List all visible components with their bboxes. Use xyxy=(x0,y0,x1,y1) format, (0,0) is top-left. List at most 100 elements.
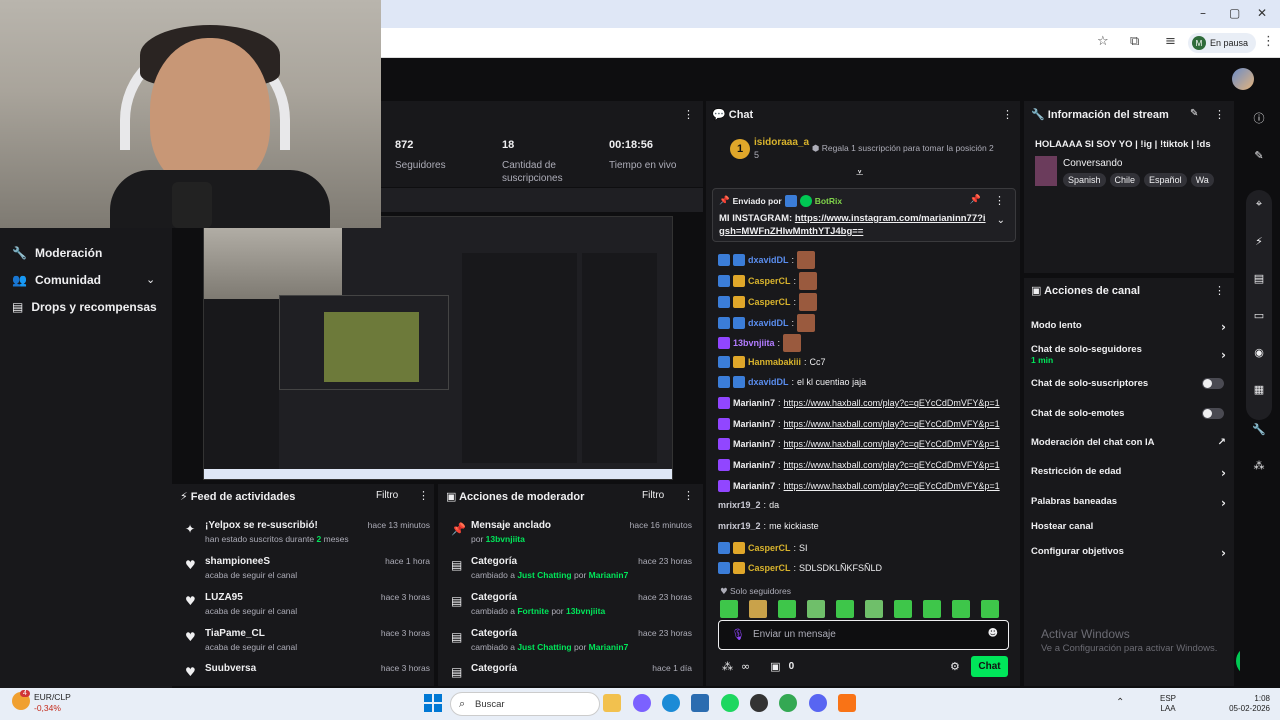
chat-username[interactable]: Marianin7 xyxy=(733,481,775,491)
chat-link[interactable]: https://www.haxball.com/play?c=qEYcCdDmV… xyxy=(784,398,1000,408)
chat-message[interactable]: CasperCL: xyxy=(718,293,1008,311)
chat-message[interactable]: CasperCL: SDLSDKLÑKFSÑLD xyxy=(718,562,1008,574)
chat-username[interactable]: Marianin7 xyxy=(733,398,775,408)
chat-username[interactable]: Marianin7 xyxy=(733,439,775,449)
stock-ticker[interactable]: EUR/CLP -0,34% xyxy=(34,692,71,714)
chat-menu-icon[interactable]: ⋮ xyxy=(1002,108,1013,121)
feed-filter-button[interactable]: Filtro xyxy=(376,490,398,501)
chrome-icon[interactable] xyxy=(779,694,797,712)
chat-message[interactable]: dxavidDL: el kl cuentiao jaja xyxy=(718,376,1008,388)
copilot-icon[interactable] xyxy=(633,694,651,712)
points-icon[interactable]: ⁂ xyxy=(722,660,733,673)
broadcast-icon[interactable]: ◉ xyxy=(1250,343,1268,361)
action-slow-mode[interactable]: Modo lento › xyxy=(1031,320,1226,334)
chat-username[interactable]: Marianin7 xyxy=(733,419,775,429)
emote-picker-icon[interactable]: ☻ xyxy=(988,628,998,639)
sidebar-item-comunidad[interactable]: 👥 Comunidad xyxy=(12,273,101,287)
chat-link[interactable]: https://www.haxball.com/play?c=qEYcCdDmV… xyxy=(784,419,1000,429)
chat-username[interactable]: mrixr19_2 xyxy=(718,521,761,531)
action-followers-only[interactable]: Chat de solo-seguidores 1 min › xyxy=(1031,344,1226,365)
mod-filter-button[interactable]: Filtro xyxy=(642,490,664,501)
minimize-icon[interactable]: – xyxy=(1200,6,1206,20)
taskbar-search[interactable]: ⌕ Buscar xyxy=(450,692,600,716)
chat-message[interactable]: mrixr19_2: da xyxy=(718,500,1008,510)
chat-username[interactable]: CasperCL xyxy=(748,543,791,553)
chat-message[interactable]: CasperCL: SI xyxy=(718,542,1008,554)
action-ai-moderation[interactable]: Moderación del chat con IA ↗ xyxy=(1031,437,1226,448)
close-icon[interactable]: ✕ xyxy=(1257,6,1267,20)
chat-message[interactable]: Marianin7: https://www.haxball.com/play?c… xyxy=(718,438,1008,450)
sidebar-item-moderacion[interactable]: 🔧 Moderación xyxy=(12,246,102,260)
action-emotes-only[interactable]: Chat de solo-emotes xyxy=(1031,408,1226,419)
feed-menu-icon[interactable]: ⋮ xyxy=(418,489,429,502)
chat-message[interactable]: Marianin7: https://www.haxball.com/play?c… xyxy=(718,480,1008,492)
action-host-channel[interactable]: Hostear canal xyxy=(1031,521,1226,532)
chat-input[interactable]: 🎙 Enviar un mensaje ☻ xyxy=(718,620,1009,650)
send-chat-button[interactable]: Chat xyxy=(971,656,1008,677)
layout-icon[interactable]: ▦ xyxy=(1250,380,1268,398)
info-icon[interactable]: ⓘ xyxy=(1250,109,1268,127)
gift-icon[interactable]: ▣ xyxy=(770,660,780,673)
action-banned-words[interactable]: Palabras baneadas › xyxy=(1031,496,1226,510)
chat-bubble-icon[interactable]: ▭ xyxy=(1250,306,1268,324)
discord-icon[interactable] xyxy=(809,694,827,712)
user-avatar[interactable] xyxy=(1232,68,1254,90)
sidebar-item-drops[interactable]: ▤ Drops y recompensas xyxy=(12,300,157,314)
maximize-icon[interactable]: ▢ xyxy=(1229,6,1240,20)
chevron-down-icon[interactable]: ⌄ xyxy=(146,273,155,286)
emotes-only-toggle[interactable] xyxy=(1202,408,1224,419)
settings-gear-icon[interactable]: ⚙ xyxy=(950,660,960,673)
edit-pencil-icon[interactable]: ✎ xyxy=(1190,108,1198,119)
chat-message[interactable]: mrixr19_2: me kickiaste xyxy=(718,521,1008,531)
chat-username[interactable]: mrixr19_2 xyxy=(718,500,761,510)
media-queue-icon[interactable]: ≡ xyxy=(1165,34,1176,49)
chat-message[interactable]: dxavidDL: xyxy=(718,251,1008,269)
expand-pinned-icon[interactable]: ⌄ xyxy=(997,215,1005,226)
chat-message[interactable]: Marianin7: https://www.haxball.com/play?c… xyxy=(718,459,1008,471)
app-icon[interactable] xyxy=(750,694,768,712)
profile-paused-chip[interactable]: M En pausa xyxy=(1188,33,1257,53)
subs-only-toggle[interactable] xyxy=(1202,378,1224,389)
gift-promo[interactable]: ⬢ Regala 1 suscripción para tomar la pos… xyxy=(812,143,994,154)
chat-link[interactable]: https://www.haxball.com/play?c=qEYcCdDmV… xyxy=(784,481,1000,491)
chat-link[interactable]: https://www.haxball.com/play?c=qEYcCdDmV… xyxy=(784,460,1000,470)
windows-start-icon[interactable] xyxy=(424,694,442,712)
clock[interactable]: 1:08 05-02-2026 xyxy=(1220,694,1270,714)
action-subs-only[interactable]: Chat de solo-suscriptores xyxy=(1031,378,1226,389)
edge-icon[interactable] xyxy=(662,694,680,712)
store-icon[interactable] xyxy=(691,694,709,712)
language-indicator[interactable]: ESP LAA xyxy=(1160,694,1176,714)
chat-message[interactable]: Hanmabakiii: Cc7 xyxy=(718,356,1008,368)
action-age-restriction[interactable]: Restricción de edad › xyxy=(1031,466,1226,480)
action-configure-goals[interactable]: Configurar objetivos › xyxy=(1031,546,1226,560)
chat-message[interactable]: Marianin7: https://www.haxball.com/play?c… xyxy=(718,397,1008,409)
wrench-icon[interactable]: 🔧 xyxy=(1250,420,1268,438)
chat-username[interactable]: Hanmabakiii xyxy=(748,357,801,367)
bolt-icon[interactable]: ⚡ xyxy=(1250,232,1268,250)
clip-icon[interactable]: ⌖ xyxy=(1250,195,1268,213)
browser-menu-icon[interactable]: ⋮ xyxy=(1262,34,1275,49)
extensions-icon[interactable]: ⧉ xyxy=(1130,34,1139,49)
unpin-icon[interactable]: 📌 xyxy=(970,195,981,205)
address-bar[interactable] xyxy=(390,31,1090,53)
chat-link[interactable]: https://www.haxball.com/play?c=qEYcCdDmV… xyxy=(784,439,1000,449)
app-icon[interactable] xyxy=(838,694,856,712)
chat-message[interactable]: CasperCL: xyxy=(718,272,1008,290)
pencil-icon[interactable]: ✎ xyxy=(1250,146,1268,164)
extensions-icon[interactable]: ⁂ xyxy=(1250,456,1268,474)
notes-icon[interactable]: ▤ xyxy=(1250,269,1268,287)
chat-username[interactable]: CasperCL xyxy=(748,276,791,286)
chat-username[interactable]: Marianin7 xyxy=(733,460,775,470)
chat-username[interactable]: CasperCL xyxy=(748,563,791,573)
info-menu-icon[interactable]: ⋮ xyxy=(1214,108,1225,121)
tray-chevron-icon[interactable]: ⌃ xyxy=(1116,697,1124,708)
chat-username[interactable]: dxavidDL xyxy=(748,377,789,387)
chat-message[interactable]: 13bvnjiita: xyxy=(718,334,1008,352)
chat-username[interactable]: dxavidDL xyxy=(748,255,789,265)
mod-menu-icon[interactable]: ⋮ xyxy=(683,489,694,502)
chat-message[interactable]: Marianin7: https://www.haxball.com/play?c… xyxy=(718,418,1008,430)
collapse-leaderboard-icon[interactable]: ⩡ xyxy=(856,166,863,181)
stats-menu-icon[interactable]: ⋮ xyxy=(683,108,694,121)
actions-menu-icon[interactable]: ⋮ xyxy=(1214,284,1225,297)
chat-message[interactable]: dxavidDL: xyxy=(718,314,1008,332)
